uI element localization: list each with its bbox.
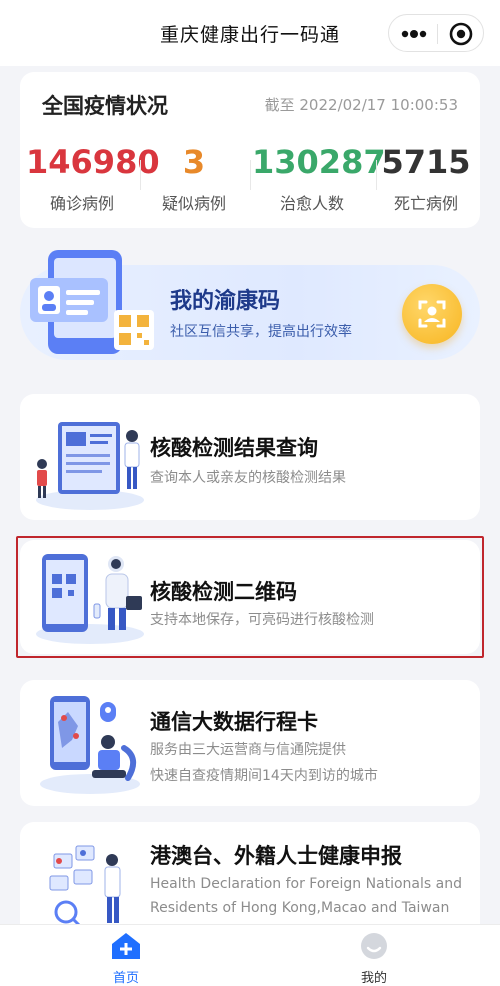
nav-mine-label: 我的 (360, 971, 387, 986)
stat-suspected: 3 疑似病例 (144, 144, 244, 214)
service-card-travel-card[interactable]: 通信大数据行程卡 服务由三大运营商与信通院提供 快速自查疫情期间14天内到访的城… (20, 680, 480, 806)
stat-cured: 130287 治愈人数 (252, 143, 386, 214)
service-card-test-result[interactable]: 核酸检测结果查询 查询本人或亲友的核酸检测结果 (20, 394, 480, 520)
stat-suspected-value: 3 (182, 143, 206, 181)
stat-divider (250, 160, 251, 190)
health-code-title: 我的渝康码 (170, 289, 281, 314)
scan-face-icon[interactable] (402, 284, 462, 344)
stat-deaths: 5715 死亡病例 (376, 144, 476, 214)
stat-cured-value: 130287 (252, 143, 386, 181)
stats-title: 全国疫情状况 (42, 94, 168, 118)
profile-icon (361, 933, 387, 959)
service-subtitle: 查询本人或亲友的核酸检测结果 (150, 470, 346, 486)
travel-map-illustration (28, 692, 146, 804)
service-title: 核酸检测二维码 (150, 580, 297, 604)
test-report-illustration (28, 404, 146, 518)
capsule-divider (437, 24, 438, 44)
service-subtitle: 支持本地保存，可亮码进行核酸检测 (150, 612, 374, 628)
service-subtitle: 服务由三大运营商与信通院提供 (150, 742, 346, 758)
nav-home[interactable]: 首页 (86, 931, 166, 986)
service-title: 核酸检测结果查询 (150, 436, 318, 460)
stat-confirmed-label: 确诊病例 (49, 194, 114, 213)
service-subtitle-line2: 快速自查疫情期间14天内到访的城市 (150, 768, 378, 784)
stats-updated-time: 截至 2022/02/17 10:00:53 (264, 96, 458, 114)
stat-confirmed-value: 146980 (26, 143, 160, 181)
top-bar: 重庆健康出行一码通 (0, 0, 500, 66)
health-code-subtitle: 社区互信共享，提高出行效率 (170, 324, 352, 340)
service-subtitle-line2: Residents of Hong Kong,Macao and Taiwan (150, 900, 450, 916)
stat-deaths-value: 5715 (381, 143, 471, 181)
bottom-navigation: 首页 我的 (0, 924, 500, 986)
home-plus-icon (112, 933, 140, 959)
stat-suspected-label: 疑似病例 (161, 194, 226, 213)
epidemic-stats-card: 全国疫情状况 截至 2022/02/17 10:00:53 146980 确诊病… (20, 72, 480, 228)
phone-id-illustration (26, 248, 156, 363)
nav-mine[interactable]: 我的 (334, 931, 414, 986)
service-card-test-qrcode[interactable]: 核酸检测二维码 支持本地保存，可亮码进行核酸检测 (20, 540, 480, 654)
stat-deaths-label: 死亡病例 (393, 194, 458, 213)
mini-program-capsule (388, 14, 484, 52)
more-dots-icon[interactable] (399, 24, 429, 44)
service-subtitle: Health Declaration for Foreign Nationals… (150, 876, 462, 892)
target-icon[interactable] (449, 22, 473, 46)
stat-divider (140, 160, 141, 190)
service-title: 港澳台、外籍人士健康申报 (150, 844, 402, 868)
qrcode-phone-illustration (28, 544, 146, 652)
stat-confirmed: 146980 确诊病例 (26, 143, 160, 214)
stat-cured-label: 治愈人数 (279, 194, 344, 213)
nav-home-label: 首页 (112, 971, 139, 986)
service-title: 通信大数据行程卡 (150, 710, 318, 734)
